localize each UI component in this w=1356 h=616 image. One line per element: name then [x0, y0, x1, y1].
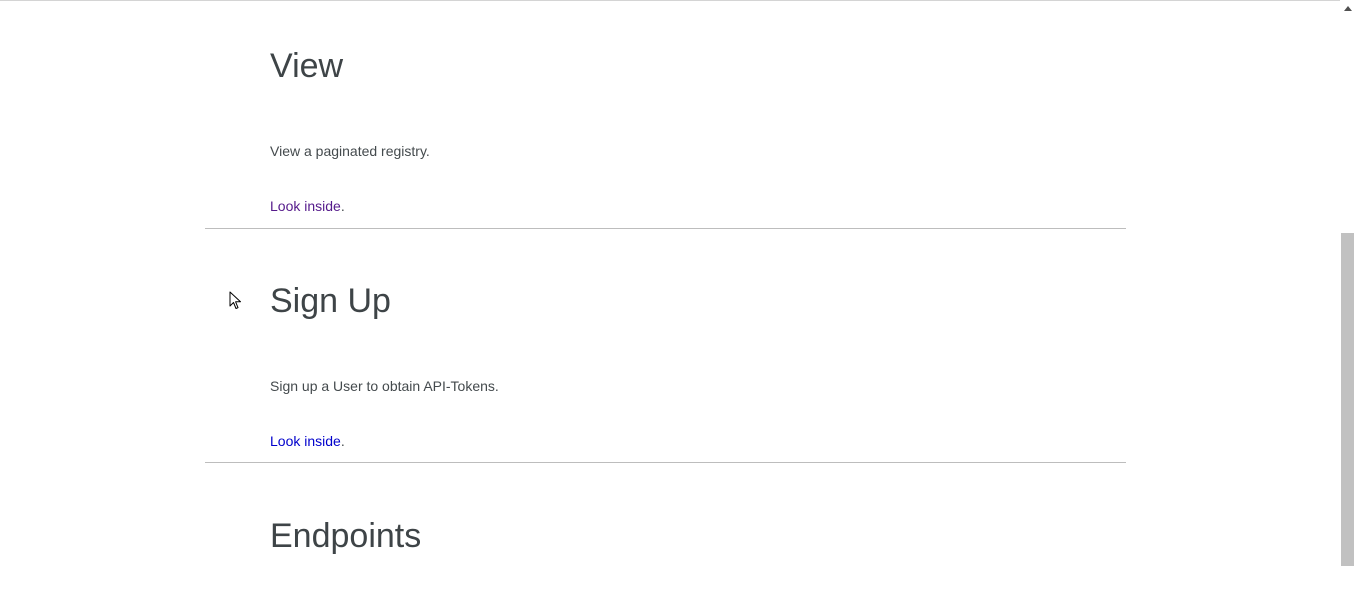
- scrollbar-thumb[interactable]: [1341, 233, 1354, 566]
- mouse-pointer-icon: [229, 291, 241, 309]
- section-sign-up: Sign Up Sign up a User to obtain API-Tok…: [205, 229, 1126, 462]
- look-inside-link-sign-up-label[interactable]: Look inside: [270, 433, 341, 449]
- link-period: .: [340, 198, 345, 214]
- vertical-scrollbar[interactable]: [1340, 0, 1356, 616]
- page-viewport: View View a paginated registry. Look ins…: [0, 0, 1356, 616]
- section-title-endpoints: Endpoints: [270, 517, 422, 555]
- look-inside-link-sign-up[interactable]: Look inside.: [270, 432, 345, 450]
- section-title-sign-up: Sign Up: [270, 282, 391, 320]
- section-view: View View a paginated registry. Look ins…: [205, 0, 1126, 228]
- section-title-view: View: [270, 47, 344, 85]
- look-inside-link-view-label[interactable]: Look inside: [270, 198, 341, 214]
- section-description-view: View a paginated registry.: [270, 143, 430, 159]
- link-period: .: [340, 433, 345, 449]
- section-endpoints: Endpoints: [205, 463, 1126, 616]
- look-inside-link-view[interactable]: Look inside.: [270, 197, 345, 215]
- scroll-up-arrow-icon[interactable]: [1340, 0, 1356, 17]
- section-description-sign-up: Sign up a User to obtain API-Tokens.: [270, 378, 499, 394]
